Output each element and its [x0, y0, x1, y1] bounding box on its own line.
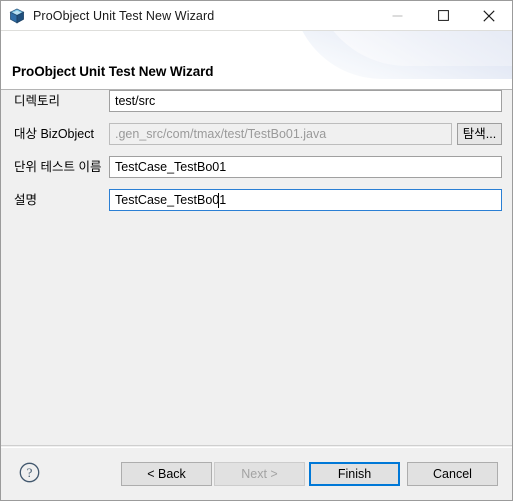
- directory-input[interactable]: [109, 90, 502, 112]
- back-button[interactable]: < Back: [121, 462, 212, 486]
- cube-icon: [9, 8, 25, 24]
- minimize-icon[interactable]: [374, 1, 420, 30]
- description-input[interactable]: [109, 189, 502, 211]
- close-icon[interactable]: [466, 1, 512, 30]
- unit-test-name-input[interactable]: [109, 156, 502, 178]
- browse-button[interactable]: 탐색...: [457, 123, 502, 145]
- dialog-button-bar: ? < Back Next > Finish Cancel: [1, 445, 512, 500]
- form-area: 디렉토리 대상 BizObject 탐색... 단위 테스트 이름 설명: [1, 90, 512, 445]
- wizard-dialog: ProObject Unit Test New Wizard ProObject…: [0, 0, 513, 501]
- title-bar: ProObject Unit Test New Wizard: [1, 1, 512, 31]
- svg-text:?: ?: [27, 465, 33, 480]
- label-target-bizobject: 대상 BizObject: [14, 127, 94, 141]
- label-description: 설명: [14, 193, 38, 207]
- page-title: ProObject Unit Test New Wizard: [12, 64, 214, 79]
- text-caret: [218, 193, 219, 208]
- field-row-directory: 디렉토리: [1, 90, 513, 112]
- maximize-icon[interactable]: [420, 1, 466, 30]
- field-row-bizobject: 대상 BizObject 탐색...: [1, 123, 513, 145]
- cancel-button[interactable]: Cancel: [407, 462, 498, 486]
- window-title: ProObject Unit Test New Wizard: [33, 8, 215, 23]
- field-row-description: 설명: [1, 189, 513, 211]
- field-row-testname: 단위 테스트 이름: [1, 156, 513, 178]
- next-button[interactable]: Next >: [214, 462, 305, 486]
- target-bizobject-input[interactable]: [109, 123, 452, 145]
- window-controls: [374, 1, 512, 30]
- label-unit-test-name: 단위 테스트 이름: [14, 160, 102, 174]
- help-question-icon[interactable]: ?: [19, 462, 40, 483]
- finish-button[interactable]: Finish: [309, 462, 400, 486]
- label-directory: 디렉토리: [14, 94, 61, 108]
- wizard-header: ProObject Unit Test New Wizard: [1, 31, 512, 90]
